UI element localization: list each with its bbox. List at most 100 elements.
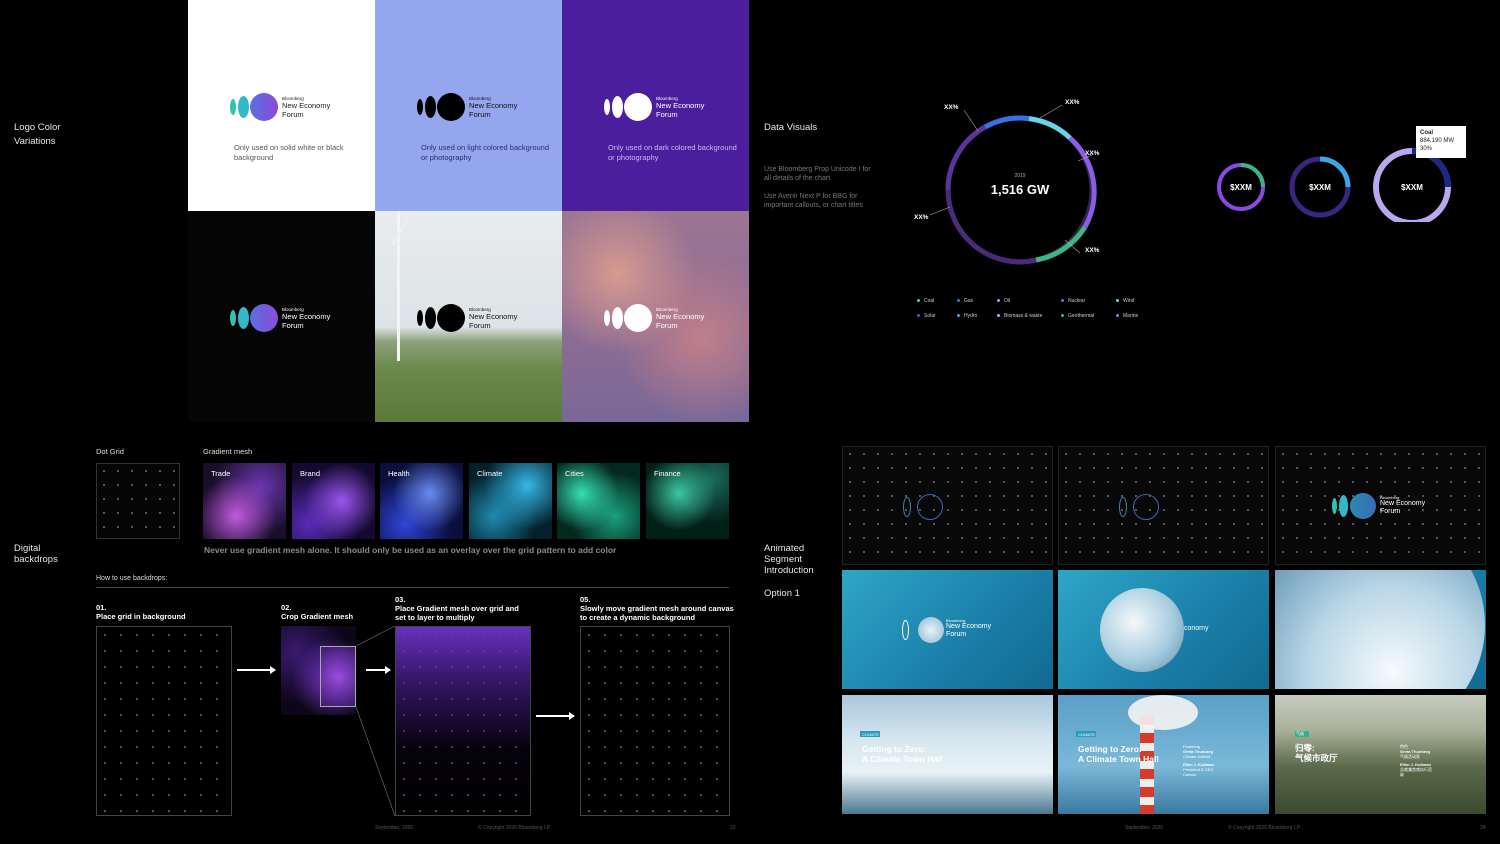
segment-title: 归零: 气候市政厅: [1295, 743, 1338, 763]
legend-dot: [1116, 314, 1119, 318]
animation-frame-9: 气候 归零: 气候市政厅 特色 Greta Thunberg 气候活动家 Ell…: [1275, 695, 1486, 814]
gradient-warning: Never use gradient mesh alone. It should…: [204, 545, 617, 555]
gradient-mesh-label: Gradient mesh: [203, 447, 253, 456]
callout-label: XX%: [944, 104, 959, 111]
footer-date: September, 2020: [1125, 825, 1164, 831]
logo-mark-medium: [238, 307, 249, 329]
legend-dot: [1061, 299, 1064, 303]
category-tag-text: CLIMATE: [1078, 732, 1096, 737]
logo-mark-medium: [612, 96, 623, 118]
segment-title: Getting to Zero: A Climate Town Hall: [1078, 744, 1159, 764]
callout-label: XX%: [1085, 247, 1100, 254]
logo-mark-small: [230, 99, 236, 115]
legend-item: Marine: [1116, 313, 1138, 319]
mesh-cities: Cities: [557, 463, 640, 539]
animation-frame-2: [1058, 446, 1269, 565]
logo-mark-medium: [425, 96, 436, 118]
callout-line: [1039, 104, 1063, 119]
logo-wordmark: Bloomberg New Economy Forum: [282, 96, 331, 119]
callout-line: [929, 206, 951, 216]
legend-item: Coal: [917, 298, 934, 304]
animated-label: Animated Segment Introduction: [764, 543, 814, 576]
donut-chart: 2019 1,516 GW XX% XX% XX% XX% XX%: [914, 99, 1100, 265]
dot-grid-sample: [96, 463, 180, 539]
arrow-right-icon: [536, 712, 575, 720]
logo-wordmark: Bloomberg New Economy Forum: [469, 96, 518, 119]
footer-page-number: 24: [1480, 825, 1486, 831]
partial-wordmark: conomy: [1184, 625, 1209, 632]
speaker-list: Featuring Greta Thunberg Climate Activis…: [1183, 744, 1214, 777]
legend-dot: [997, 314, 1000, 318]
logo-mark-small: [1332, 498, 1337, 514]
logo-mark-small: [230, 310, 236, 326]
legend-item: Biomass & waste: [997, 313, 1042, 319]
arrow-right-icon: [237, 666, 276, 674]
logo-outline-circle: [1133, 494, 1159, 520]
legend-dot: [917, 299, 920, 303]
step-1-title: 01. Place grid in background: [96, 603, 186, 621]
animation-frame-4: Bloomberg New Economy Forum: [842, 570, 1053, 689]
logo-wordmark: Bloomberg New Economy Forum: [946, 618, 992, 638]
logo-wordmark: Bloomberg New Economy Forum: [282, 307, 331, 330]
legend-item: Wind: [1116, 298, 1134, 304]
logo-wordmark: Bloomberg New Economy Forum: [656, 307, 705, 330]
legend-item: Solar: [917, 313, 936, 319]
turbine-blade: [391, 218, 409, 246]
legend-dot: [997, 299, 1000, 303]
footer-copyright: © Copyright 2020 Bloomberg LP.: [478, 825, 551, 831]
mesh-climate: Climate: [469, 463, 552, 539]
mesh-finance: Finance: [646, 463, 729, 539]
divider: [96, 587, 729, 588]
data-visuals-desc-2: Use Avenir Next P for BBG for important …: [764, 193, 863, 209]
logo-mark-medium: [612, 307, 623, 329]
legend-item: Gas: [957, 298, 973, 304]
step-1-grid: [96, 626, 232, 816]
logo-tile-photo-dark: Bloomberg New Economy Forum: [562, 211, 749, 422]
backdrops-label: Digital backdrops: [14, 543, 58, 565]
projection-line: [355, 706, 396, 817]
legend-dot: [957, 314, 960, 318]
logo-circle-glacier: [918, 617, 944, 643]
logo-tile-black: Bloomberg New Economy Forum: [188, 211, 375, 422]
dot-grid-label: Dot Grid: [96, 447, 124, 456]
logo-outline-small: [1119, 497, 1127, 517]
logo-mark-circle: [437, 93, 465, 121]
chart-center-value: 1,516 GW: [991, 182, 1050, 197]
data-visuals-desc-1: Use Bloomberg Prop Unicode I for all det…: [764, 166, 871, 182]
logo-outline-circle: [917, 494, 943, 520]
animation-frame-3: Bloomberg New Economy Forum: [1275, 446, 1486, 565]
how-to-label: How to use backdrops:: [96, 575, 168, 582]
segment-title: Getting to Zero: A Climate Town Hall: [862, 744, 943, 764]
logo-tile-white: Bloomberg New Economy Forum Only used on…: [188, 0, 375, 211]
legend-item: Geothermal: [1061, 313, 1094, 319]
step-5-title: 05. Slowly move gradient mesh around canv…: [580, 595, 734, 622]
logo-mark-circle: [1350, 493, 1376, 519]
step-2-title: 02. Crop Gradient mesh: [281, 603, 354, 621]
callout-label: XX%: [1085, 150, 1100, 157]
logo-mark-medium: [238, 96, 249, 118]
logo-mark-circle: [250, 304, 278, 332]
chart-tooltip: Coal 884,190 MW 30%: [1416, 126, 1466, 158]
legend-item: Hydro: [957, 313, 977, 319]
category-tag-text: CLIMATE: [862, 732, 880, 737]
chart-center-year: 2019: [1014, 173, 1025, 179]
logo-mark-circle: [624, 93, 652, 121]
donut-segment: [945, 189, 1037, 265]
donut-segment: [945, 124, 987, 191]
projection-line: [355, 626, 396, 647]
logo-usage-note: Only used on light colored background or…: [421, 143, 549, 162]
mesh-trade: Trade: [203, 463, 286, 539]
logo-mark-medium: [1339, 495, 1348, 517]
category-tag-text: 气候: [1296, 731, 1304, 736]
animation-frame-8: CLIMATE Getting to Zero: A Climate Town …: [1058, 695, 1269, 814]
mesh-health: Health: [380, 463, 463, 539]
crop-projection-lines: [355, 626, 396, 817]
logo-usage-note: Only used on dark colored background or …: [608, 143, 737, 162]
speaker-list: 特色 Greta Thunberg 气候活动家 Ellen J. Kullman…: [1400, 744, 1432, 777]
logo-wordmark: Bloomberg New Economy Forum: [656, 96, 705, 119]
small-donut-value: $XXM: [1401, 183, 1423, 192]
animation-frame-1: [842, 446, 1053, 565]
legend-item: Oil: [997, 298, 1010, 304]
logo-mark-circle: [437, 304, 465, 332]
logo-mark-small: [604, 310, 610, 326]
